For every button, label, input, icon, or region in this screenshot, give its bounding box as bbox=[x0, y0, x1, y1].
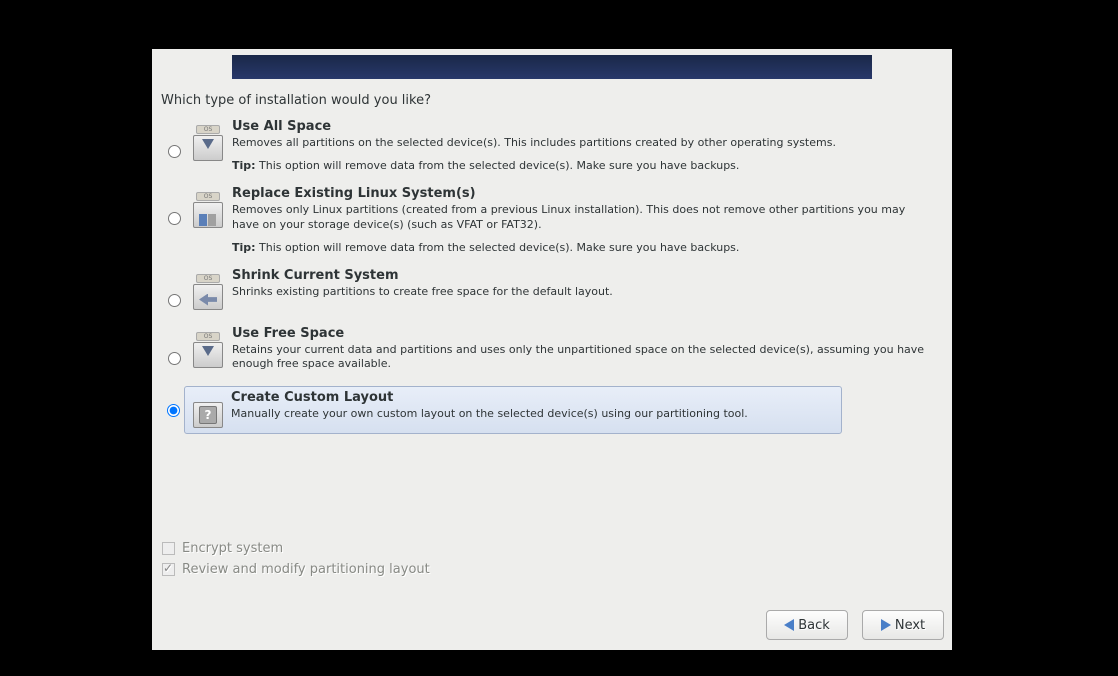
installation-prompt: Which type of installation would you lik… bbox=[161, 93, 431, 108]
option-custom-layout[interactable]: ? Create Custom Layout Manually create y… bbox=[184, 386, 842, 434]
option-description: Retains your current data and partitions… bbox=[232, 343, 934, 373]
banner-header bbox=[232, 55, 872, 79]
back-button[interactable]: Back bbox=[766, 610, 848, 640]
option-use-free-space[interactable]: OS Use Free Space Retains your current d… bbox=[164, 322, 944, 381]
option-title: Create Custom Layout bbox=[231, 390, 831, 405]
option-tip: Tip: This option will remove data from t… bbox=[232, 159, 934, 172]
back-arrow-icon bbox=[784, 619, 794, 631]
checkbox-label: Review and modify partitioning layout bbox=[182, 562, 430, 577]
option-shrink[interactable]: OS Shrink Current System Shrinks existin… bbox=[164, 264, 944, 316]
checkbox-icon bbox=[162, 563, 175, 576]
option-title: Replace Existing Linux System(s) bbox=[232, 186, 934, 201]
option-title: Use Free Space bbox=[232, 326, 934, 341]
next-arrow-icon bbox=[881, 619, 891, 631]
radio-custom-layout[interactable] bbox=[167, 404, 180, 417]
option-description: Removes all partitions on the selected d… bbox=[232, 136, 934, 151]
use-free-space-icon: OS bbox=[191, 332, 225, 370]
next-button[interactable]: Next bbox=[862, 610, 944, 640]
installation-options: OS Use All Space Removes all partitions … bbox=[164, 115, 944, 440]
installer-window: Which type of installation would you lik… bbox=[152, 49, 952, 650]
next-button-label: Next bbox=[895, 618, 925, 633]
custom-layout-icon: ? bbox=[191, 392, 225, 430]
option-description: Manually create your own custom layout o… bbox=[231, 407, 831, 422]
replace-linux-icon: OS bbox=[191, 192, 225, 230]
option-title: Use All Space bbox=[232, 119, 934, 134]
option-description: Removes only Linux partitions (created f… bbox=[232, 203, 934, 233]
review-layout-checkbox: Review and modify partitioning layout bbox=[162, 562, 430, 577]
radio-use-all-space[interactable] bbox=[168, 145, 181, 158]
radio-use-free-space[interactable] bbox=[168, 352, 181, 365]
option-description: Shrinks existing partitions to create fr… bbox=[232, 285, 934, 300]
checkbox-label: Encrypt system bbox=[182, 541, 283, 556]
option-replace-linux[interactable]: OS Replace Existing Linux System(s) Remo… bbox=[164, 182, 944, 258]
encrypt-system-checkbox: Encrypt system bbox=[162, 541, 430, 556]
radio-shrink[interactable] bbox=[168, 294, 181, 307]
option-tip: Tip: This option will remove data from t… bbox=[232, 241, 934, 254]
navigation-buttons: Back Next bbox=[766, 610, 944, 640]
options-checkboxes: Encrypt system Review and modify partiti… bbox=[162, 541, 430, 583]
use-all-space-icon: OS bbox=[191, 125, 225, 163]
option-use-all-space[interactable]: OS Use All Space Removes all partitions … bbox=[164, 115, 944, 176]
checkbox-icon bbox=[162, 542, 175, 555]
option-title: Shrink Current System bbox=[232, 268, 934, 283]
back-button-label: Back bbox=[798, 618, 830, 633]
shrink-icon: OS bbox=[191, 274, 225, 312]
radio-replace-linux[interactable] bbox=[168, 212, 181, 225]
